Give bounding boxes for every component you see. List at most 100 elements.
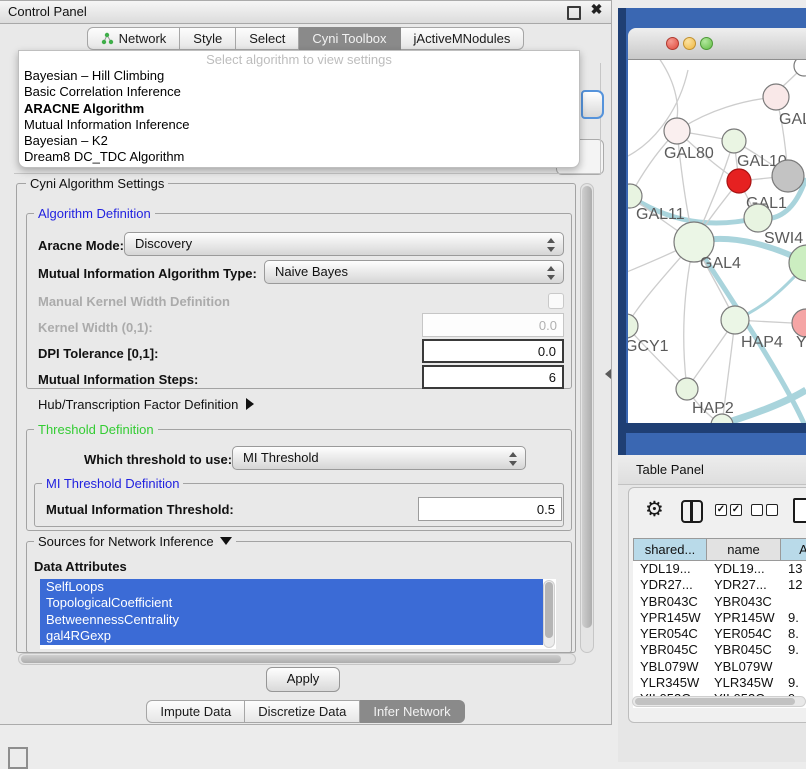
table-row[interactable]: YER054C YER054C 8. bbox=[633, 626, 806, 642]
settings-vertical-scrollbar[interactable] bbox=[580, 183, 594, 653]
hub-section-toggle[interactable]: Hub/Transcription Factor Definition bbox=[38, 397, 254, 412]
mi-type-combo[interactable]: Naive Bayes bbox=[264, 260, 564, 284]
hub-section-label: Hub/Transcription Factor Definition bbox=[38, 397, 238, 412]
data-attributes-label: Data Attributes bbox=[34, 559, 127, 574]
tab-infer-network[interactable]: Infer Network bbox=[360, 700, 464, 723]
sources-legend[interactable]: Sources for Network Inference bbox=[34, 535, 236, 549]
cell-name: YDR27... bbox=[707, 577, 781, 593]
algorithm-option[interactable]: Mutual Information Inference bbox=[19, 117, 579, 133]
table-row[interactable]: YDL19... YDL19... 13 bbox=[633, 561, 806, 577]
network-edge[interactable] bbox=[656, 60, 678, 118]
splitter-collapse-arrow[interactable] bbox=[605, 369, 611, 379]
checked-checkbox-icon[interactable]: ✓ bbox=[730, 504, 742, 516]
table-row[interactable]: YBR045C YBR045C 9. bbox=[633, 642, 806, 658]
table-row[interactable]: YLR345W YLR345W 9. bbox=[633, 675, 806, 691]
algorithm-option-selected[interactable]: ARACNE Algorithm bbox=[19, 101, 579, 117]
algorithm-option[interactable]: Bayesian – K2 bbox=[19, 133, 579, 149]
tab-style[interactable]: Style bbox=[180, 27, 236, 50]
network-canvas[interactable]: GALGAL80GAL10GAL1GAL11SWI4GAL4GCY1HAP4YH… bbox=[628, 60, 806, 423]
kernel-width-input[interactable] bbox=[422, 313, 564, 337]
cell-shared-name: YPR145W bbox=[633, 610, 707, 626]
network-node[interactable] bbox=[721, 306, 749, 334]
cell-value: 9. bbox=[781, 642, 806, 658]
dpi-tolerance-input[interactable] bbox=[422, 339, 564, 363]
apply-button[interactable]: Apply bbox=[266, 667, 340, 692]
cell-shared-name: YDR27... bbox=[633, 577, 707, 593]
cell-shared-name: YER054C bbox=[633, 626, 707, 642]
network-edge[interactable] bbox=[684, 242, 694, 389]
tab-jactivemnodules[interactable]: jActiveMNodules bbox=[401, 27, 525, 50]
aracne-mode-combo[interactable]: Discovery bbox=[124, 232, 564, 256]
column-header-partial[interactable]: A bbox=[781, 538, 806, 561]
network-window-titlebar[interactable] bbox=[628, 28, 806, 60]
which-threshold-combo[interactable]: MI Threshold bbox=[232, 446, 526, 470]
checked-checkbox-icon[interactable]: ✓ bbox=[715, 504, 727, 516]
which-threshold-label: Which threshold to use: bbox=[84, 452, 232, 467]
cell-name: YBL079W bbox=[707, 659, 781, 675]
unchecked-checkbox-icon[interactable] bbox=[751, 504, 763, 516]
dpi-tolerance-label: DPI Tolerance [0,1]: bbox=[38, 346, 158, 361]
table-row[interactable]: YBL079W YBL079W bbox=[633, 659, 806, 675]
network-node[interactable] bbox=[722, 129, 746, 153]
node-label: SWI4 bbox=[764, 230, 803, 247]
table-row[interactable]: YBR043C YBR043C bbox=[633, 594, 806, 610]
minimize-traffic-light[interactable] bbox=[683, 37, 696, 50]
zoom-traffic-light[interactable] bbox=[700, 37, 713, 50]
mi-type-value: Naive Bayes bbox=[275, 264, 348, 279]
mi-threshold-input[interactable] bbox=[418, 497, 562, 521]
mi-threshold-label: Mutual Information Threshold: bbox=[46, 502, 234, 517]
tab-impute-data[interactable]: Impute Data bbox=[146, 700, 245, 723]
attribute-item-selected[interactable]: SelfLoops bbox=[40, 579, 543, 595]
network-node[interactable] bbox=[744, 204, 772, 232]
aracne-mode-label: Aracne Mode: bbox=[38, 238, 124, 253]
table-toolbar: ⚙ ✓ ✓ bbox=[629, 496, 806, 530]
gear-icon[interactable]: ⚙ bbox=[645, 498, 664, 522]
network-node[interactable] bbox=[772, 160, 804, 192]
network-edge[interactable] bbox=[628, 326, 687, 389]
data-attributes-list[interactable]: SelfLoops TopologicalCoefficient Between… bbox=[40, 579, 556, 649]
attributes-scrollbar[interactable] bbox=[543, 580, 555, 648]
tab-network-label: Network bbox=[119, 28, 167, 49]
algorithm-option[interactable]: Dream8 DC_TDC Algorithm bbox=[19, 149, 579, 165]
network-node[interactable] bbox=[727, 169, 751, 193]
close-icon[interactable]: ✖ bbox=[590, 3, 603, 16]
tab-discretize-data[interactable]: Discretize Data bbox=[245, 700, 360, 723]
float-window-icon[interactable] bbox=[567, 6, 581, 20]
tab-cyni-toolbox[interactable]: Cyni Toolbox bbox=[299, 27, 400, 50]
minimized-panel-icon[interactable] bbox=[8, 747, 28, 769]
kernel-width-label: Kernel Width (0,1): bbox=[38, 320, 153, 335]
mi-steps-input[interactable] bbox=[422, 365, 564, 389]
cell-value bbox=[781, 594, 806, 610]
network-node[interactable] bbox=[664, 118, 690, 144]
network-node[interactable] bbox=[789, 245, 806, 281]
table-panel: Table Panel ⚙ ✓ ✓ shared... name A YDL19… bbox=[618, 455, 806, 762]
manual-kernel-checkbox[interactable] bbox=[548, 293, 564, 309]
network-node[interactable] bbox=[676, 378, 698, 400]
attribute-item-selected[interactable]: BetweennessCentrality bbox=[40, 612, 543, 628]
column-header-shared-name[interactable]: shared... bbox=[633, 538, 707, 561]
network-node[interactable] bbox=[763, 84, 789, 110]
algorithm-option[interactable]: Bayesian – Hill Climbing bbox=[19, 68, 579, 84]
close-traffic-light[interactable] bbox=[666, 37, 679, 50]
cell-shared-name: YBL079W bbox=[633, 659, 707, 675]
network-graph: GALGAL80GAL10GAL1GAL11SWI4GAL4GCY1HAP4YH… bbox=[628, 60, 806, 423]
column-header-name[interactable]: name bbox=[707, 538, 781, 561]
unchecked-checkbox-icon[interactable] bbox=[766, 504, 778, 516]
document-icon[interactable] bbox=[793, 498, 806, 523]
table-header-row: shared... name A bbox=[633, 538, 806, 561]
attribute-item-selected[interactable]: gal4RGexp bbox=[40, 628, 543, 644]
split-columns-icon[interactable] bbox=[681, 500, 703, 523]
table-row[interactable]: YDR27... YDR27... 12 bbox=[633, 577, 806, 593]
desktop-edge bbox=[618, 8, 626, 455]
table-row[interactable]: YPR145W YPR145W 9. bbox=[633, 610, 806, 626]
focused-combo-fragment[interactable] bbox=[581, 90, 604, 119]
tab-network[interactable]: Network bbox=[87, 27, 181, 50]
algorithm-option[interactable]: Basic Correlation Inference bbox=[19, 84, 579, 100]
network-node[interactable] bbox=[628, 314, 638, 338]
network-node[interactable] bbox=[792, 309, 806, 337]
network-edge[interactable] bbox=[677, 97, 776, 131]
table-horizontal-scrollbar[interactable] bbox=[632, 696, 806, 707]
tab-select[interactable]: Select bbox=[236, 27, 299, 50]
settings-horizontal-scrollbar[interactable] bbox=[18, 653, 576, 665]
attribute-item-selected[interactable]: TopologicalCoefficient bbox=[40, 595, 543, 611]
